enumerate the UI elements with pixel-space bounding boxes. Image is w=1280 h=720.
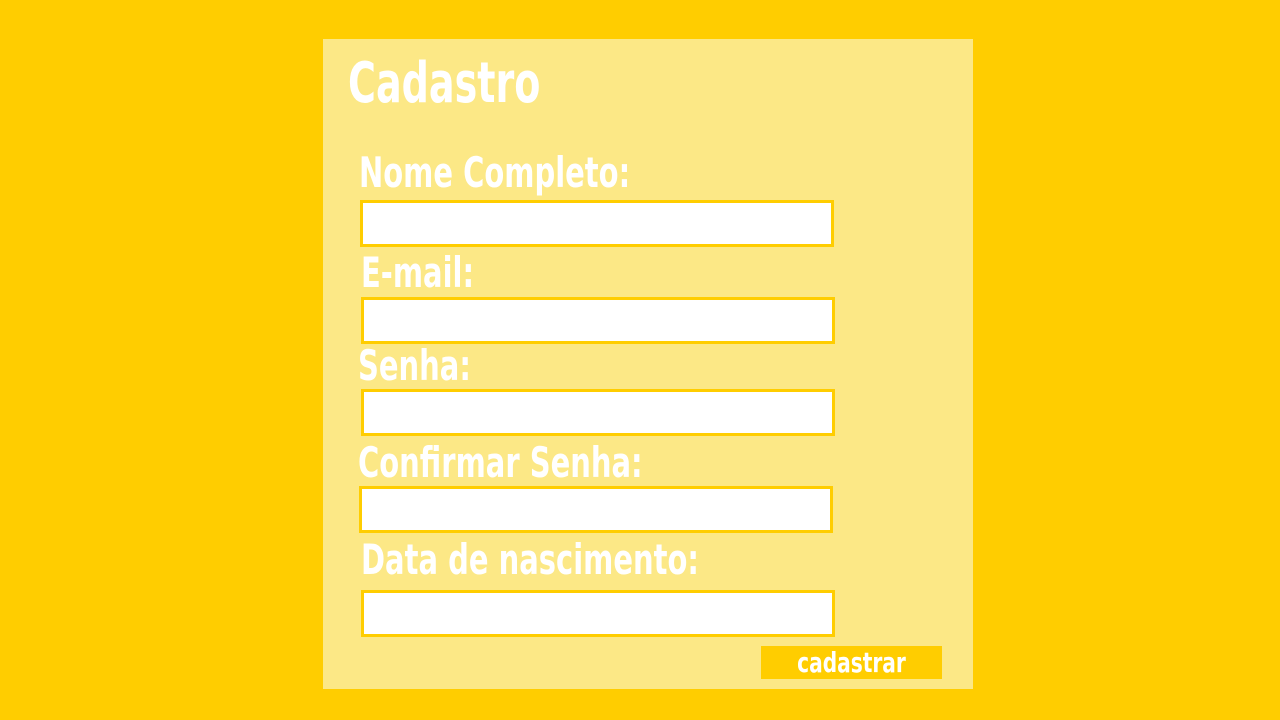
email-label: E-mail: bbox=[361, 248, 475, 297]
form-title: Cadastro bbox=[348, 51, 541, 116]
birth-date-input[interactable] bbox=[361, 590, 835, 637]
password-input[interactable] bbox=[361, 389, 835, 436]
signup-panel: Cadastro Nome Completo: E-mail: Senha: C… bbox=[323, 39, 973, 689]
full-name-label: Nome Completo: bbox=[359, 148, 631, 197]
birth-date-label: Data de nascimento: bbox=[361, 535, 699, 584]
register-button[interactable]: cadastrar bbox=[761, 646, 942, 679]
register-button-label: cadastrar bbox=[797, 646, 906, 679]
password-label: Senha: bbox=[358, 341, 471, 390]
full-name-input[interactable] bbox=[360, 200, 834, 247]
confirm-password-input[interactable] bbox=[359, 486, 833, 533]
email-input[interactable] bbox=[361, 297, 835, 344]
confirm-password-label: Confirmar Senha: bbox=[358, 438, 643, 487]
